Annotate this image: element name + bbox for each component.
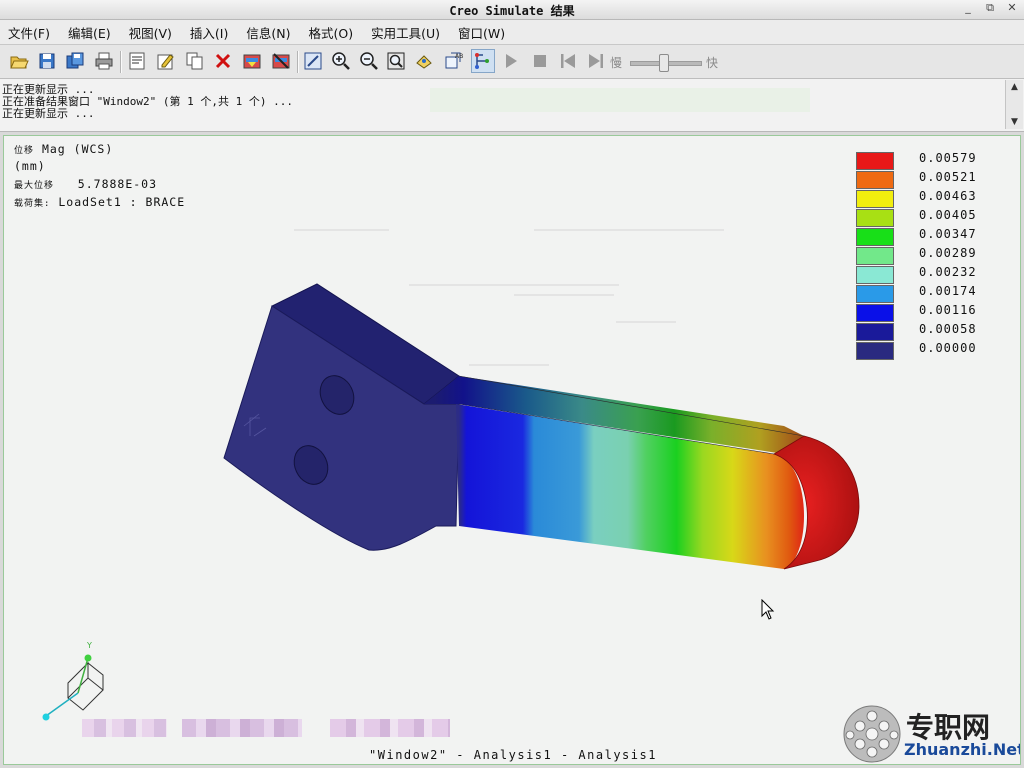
svg-text:Y: Y: [86, 641, 92, 650]
graphics-window[interactable]: 位移 Mag (WCS) (mm) 最大位移 5.7888E-03 载荷集: L…: [3, 135, 1021, 765]
open-icon[interactable]: [8, 50, 30, 72]
save-copy-icon[interactable]: [64, 50, 86, 72]
obscured-region: [430, 88, 810, 112]
message-line: 正在更新显示 ...: [2, 107, 95, 120]
message-scrollbar[interactable]: ▲ ▼: [1005, 80, 1023, 129]
delete-icon[interactable]: [212, 50, 234, 72]
menu-utilities[interactable]: 实用工具(U): [362, 23, 449, 42]
zoom-out-icon[interactable]: [358, 50, 380, 72]
scroll-down-icon[interactable]: ▼: [1006, 115, 1023, 129]
first-frame-icon[interactable]: [557, 50, 579, 72]
copy-icon[interactable]: [184, 50, 206, 72]
save-icon[interactable]: [36, 50, 58, 72]
menu-info[interactable]: 信息(N): [237, 23, 299, 42]
orient-icon[interactable]: AB: [442, 50, 464, 72]
menu-window[interactable]: 窗口(W): [449, 23, 514, 42]
obscured-region: [82, 719, 167, 737]
menu-edit[interactable]: 编辑(E): [59, 23, 120, 42]
speed-slider-thumb[interactable]: [659, 54, 669, 72]
obscured-region: [182, 719, 302, 737]
watermark-en: Zhuanzhi.Net: [904, 740, 1021, 759]
report-icon[interactable]: [126, 50, 148, 72]
edit-icon[interactable]: [155, 50, 177, 72]
mouse-cursor-icon: [761, 599, 775, 620]
menu-insert[interactable]: 插入(I): [181, 23, 237, 42]
spin-icon[interactable]: [413, 50, 435, 72]
restore-button[interactable]: ⧉: [984, 2, 996, 14]
play-icon[interactable]: [500, 50, 522, 72]
brace-part-model[interactable]: [4, 136, 1021, 765]
refit-icon[interactable]: [385, 50, 407, 72]
hide-icon[interactable]: [270, 50, 292, 72]
print-icon[interactable]: [93, 50, 115, 72]
stop-icon[interactable]: [529, 50, 551, 72]
window-title: Creo Simulate 结果: [449, 4, 575, 18]
orientation-triad-icon: Y: [42, 641, 104, 721]
speed-fast-label: 快: [706, 56, 719, 70]
close-button[interactable]: ✕: [1006, 2, 1018, 14]
title-bar: Creo Simulate 结果 _ ⧉ ✕: [0, 0, 1024, 20]
show-icon[interactable]: [241, 50, 263, 72]
speed-slow-label: 慢: [610, 56, 623, 70]
last-frame-icon[interactable]: [585, 50, 607, 72]
menu-file[interactable]: 文件(F): [0, 23, 59, 42]
watermark-logo-icon: [843, 705, 901, 763]
menu-format[interactable]: 格式(O): [299, 23, 362, 42]
scroll-up-icon[interactable]: ▲: [1006, 80, 1023, 94]
toolbar: AB 慢 快: [0, 45, 1024, 79]
fit-window-icon[interactable]: [302, 50, 324, 72]
obscured-region: [330, 719, 450, 737]
svg-text:AB: AB: [455, 53, 463, 60]
menu-view[interactable]: 视图(V): [120, 23, 181, 42]
menu-bar: 文件(F) 编辑(E) 视图(V) 插入(I) 信息(N) 格式(O) 实用工具…: [0, 20, 1024, 45]
minimize-button[interactable]: _: [962, 2, 974, 14]
zoom-in-icon[interactable]: [330, 50, 352, 72]
model-tree-icon[interactable]: [471, 49, 495, 73]
